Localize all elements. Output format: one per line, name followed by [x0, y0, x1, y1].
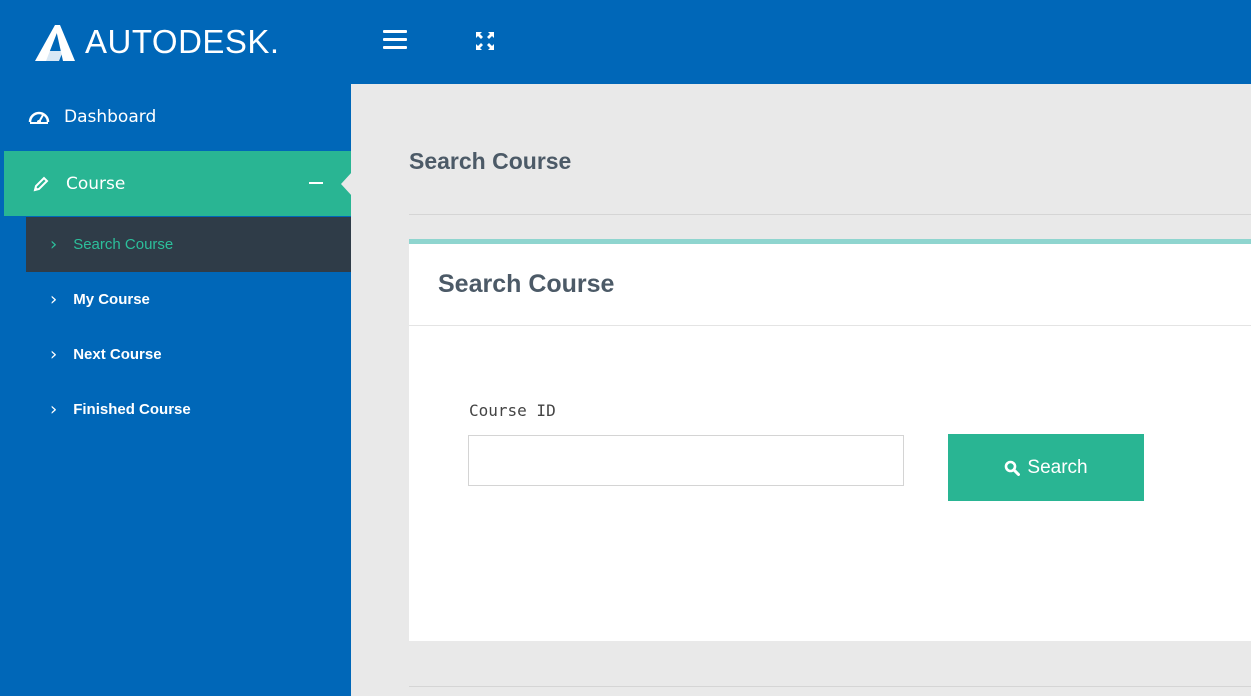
sidebar-item-course[interactable]: Course — [4, 151, 352, 216]
sidebar-item-search-course[interactable]: › Search Course — [26, 217, 351, 272]
autodesk-logo-icon — [35, 25, 75, 61]
card-title: Search Course — [438, 270, 615, 298]
divider — [409, 325, 1251, 326]
divider — [409, 686, 1251, 687]
course-id-label: Course ID — [469, 401, 556, 420]
active-indicator — [341, 172, 352, 196]
pencil-icon — [33, 176, 49, 191]
fullscreen-icon[interactable] — [472, 28, 498, 54]
sidebar-item-label: Course — [66, 173, 126, 194]
sidebar-item-next-course[interactable]: › Next Course — [26, 327, 351, 382]
sidebar-item-label: Search Course — [73, 236, 174, 253]
sidebar: Dashboard Course › Search Course › My Co… — [0, 84, 352, 696]
sidebar-item-my-course[interactable]: › My Course — [26, 272, 351, 327]
page-title: Search Course — [409, 148, 572, 174]
collapse-icon[interactable] — [309, 182, 323, 184]
dashboard-icon — [28, 111, 50, 124]
menu-toggle-icon[interactable] — [383, 30, 407, 54]
top-bar: AUTODESK. — [0, 0, 1251, 84]
search-button-label: Search — [1027, 456, 1088, 478]
chevron-right-icon: › — [50, 289, 58, 310]
sidebar-item-label: My Course — [73, 291, 150, 308]
autodesk-logo[interactable]: AUTODESK. — [33, 22, 280, 62]
chevron-right-icon: › — [50, 399, 58, 420]
brand-name: AUTODESK. — [85, 23, 280, 60]
chevron-right-icon: › — [50, 344, 58, 365]
search-course-card: Search Course Course ID Search — [409, 239, 1251, 641]
sidebar-item-dashboard[interactable]: Dashboard — [0, 84, 351, 150]
sidebar-item-label: Dashboard — [64, 107, 157, 127]
sidebar-item-finished-course[interactable]: › Finished Course — [26, 382, 351, 437]
search-button[interactable]: Search — [948, 434, 1144, 501]
sidebar-item-label: Next Course — [73, 346, 162, 363]
sidebar-item-label: Finished Course — [73, 401, 191, 418]
search-icon — [1005, 460, 1021, 476]
chevron-right-icon: › — [50, 234, 58, 255]
course-id-input[interactable] — [468, 435, 904, 486]
divider — [409, 214, 1251, 215]
